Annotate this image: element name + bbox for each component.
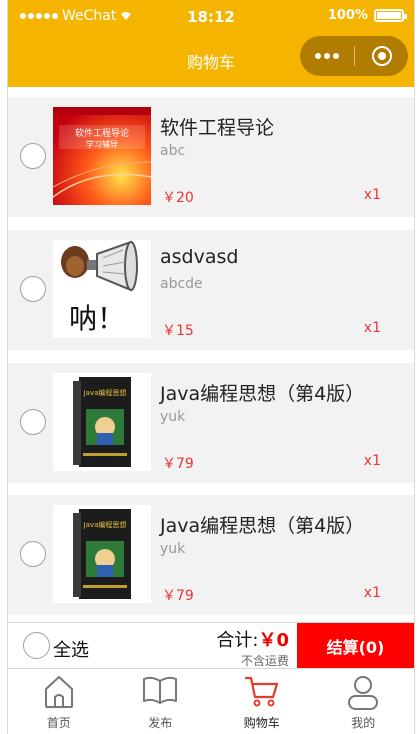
- item-checkbox[interactable]: [20, 541, 46, 567]
- item-quantity: x1: [363, 187, 381, 203]
- item-description: abcde: [160, 276, 203, 292]
- total-label: 合计:: [216, 630, 259, 651]
- shipping-note: 不含运费: [240, 654, 289, 668]
- tab-cart[interactable]: 购物车: [211, 669, 313, 734]
- meme-caption-text: 呐！: [69, 302, 125, 335]
- checkout-bar: 全选 合计:￥0 不含运费 结算(0): [8, 622, 414, 669]
- cover-subtitle-text: 学习辅导: [86, 139, 118, 149]
- cover-title-text: Java编程思想: [83, 388, 127, 397]
- item-name: 软件工程导论: [160, 117, 275, 139]
- battery-icon: [374, 9, 407, 22]
- cart-list: 软件工程导论 学习辅导 软件工程导论 abc ￥20 x1 呐！ asdvasd…: [8, 87, 414, 622]
- cover-title-text: 软件工程导论: [75, 127, 129, 139]
- target-circle-icon: [371, 46, 392, 66]
- phone-frame: WeChat 18:12 100% 购物车 软件工程导论 学习辅导 软件工程导论…: [7, 0, 415, 734]
- item-checkbox[interactable]: [20, 143, 46, 169]
- home-icon: [44, 676, 73, 708]
- item-quantity: x1: [363, 453, 381, 469]
- software-engineering-book-cover-icon: 软件工程导论 学习辅导: [53, 107, 151, 205]
- tab-profile[interactable]: 我的: [313, 669, 415, 734]
- item-checkbox[interactable]: [20, 276, 46, 302]
- tab-publish[interactable]: 发布: [110, 669, 212, 734]
- nav-bar: 购物车: [8, 31, 414, 87]
- total-amount: ￥0: [258, 630, 289, 651]
- profile-icon: [348, 676, 379, 710]
- cover-title-text: Java编程思想: [83, 520, 127, 529]
- tab-label: 首页: [46, 716, 71, 730]
- item-description: yuk: [160, 541, 186, 557]
- select-all-label[interactable]: 全选: [53, 636, 89, 662]
- cart-item[interactable]: 呐！ asdvasd abcde ￥15 x1: [8, 230, 414, 350]
- checkout-button[interactable]: 结算(0): [297, 623, 414, 668]
- mini-program-capsule: [300, 36, 408, 76]
- total-price: 合计:￥0: [216, 626, 289, 652]
- cart-item[interactable]: 软件工程导论 学习辅导 软件工程导论 abc ￥20 x1: [8, 97, 414, 217]
- item-description: abc: [160, 143, 186, 159]
- cart-icon: [244, 676, 278, 707]
- status-bar: WeChat 18:12 100%: [8, 0, 414, 31]
- select-all-checkbox[interactable]: [23, 632, 50, 659]
- item-name: asdvasd: [160, 246, 239, 268]
- item-name: Java编程思想（第4版）: [160, 383, 365, 405]
- item-name: Java编程思想（第4版）: [160, 515, 365, 537]
- item-quantity: x1: [363, 320, 381, 336]
- book-icon: [143, 676, 178, 704]
- tab-home[interactable]: 首页: [8, 669, 110, 734]
- cart-item[interactable]: Java编程思想 Java编程思想（第4版） yuk ￥79 x1: [8, 363, 414, 483]
- tab-bar: 首页 发布 购物车 我的: [8, 669, 414, 734]
- status-right: 100%: [327, 8, 407, 23]
- item-price: ￥15: [162, 323, 194, 339]
- megaphone-meme-image-icon: 呐！: [53, 240, 151, 338]
- tab-label: 购物车: [243, 716, 280, 730]
- product-thumbnail[interactable]: Java编程思想: [53, 505, 151, 603]
- product-thumbnail[interactable]: 软件工程导论 学习辅导: [53, 107, 151, 205]
- java-book-cover-icon: Java编程思想: [53, 505, 151, 603]
- item-price: ￥79: [162, 456, 194, 472]
- item-description: yuk: [160, 409, 186, 425]
- item-checkbox[interactable]: [20, 409, 46, 435]
- battery-percent: 100%: [327, 8, 368, 23]
- item-price: ￥79: [162, 588, 194, 604]
- product-thumbnail[interactable]: 呐！: [53, 240, 151, 338]
- cart-item[interactable]: Java编程思想 Java编程思想（第4版） yuk ￥79 x1: [8, 495, 414, 615]
- more-options-button[interactable]: [300, 36, 354, 76]
- item-price: ￥20: [162, 190, 194, 206]
- dot-icon: [324, 53, 330, 59]
- tab-label: 我的: [351, 716, 376, 730]
- product-thumbnail[interactable]: Java编程思想: [53, 373, 151, 471]
- java-book-cover-icon: Java编程思想: [53, 373, 151, 471]
- tab-label: 发布: [148, 716, 173, 730]
- dot-icon: [315, 53, 321, 59]
- close-mini-program-button[interactable]: [355, 36, 408, 76]
- item-quantity: x1: [363, 585, 381, 601]
- dot-icon: [333, 53, 339, 59]
